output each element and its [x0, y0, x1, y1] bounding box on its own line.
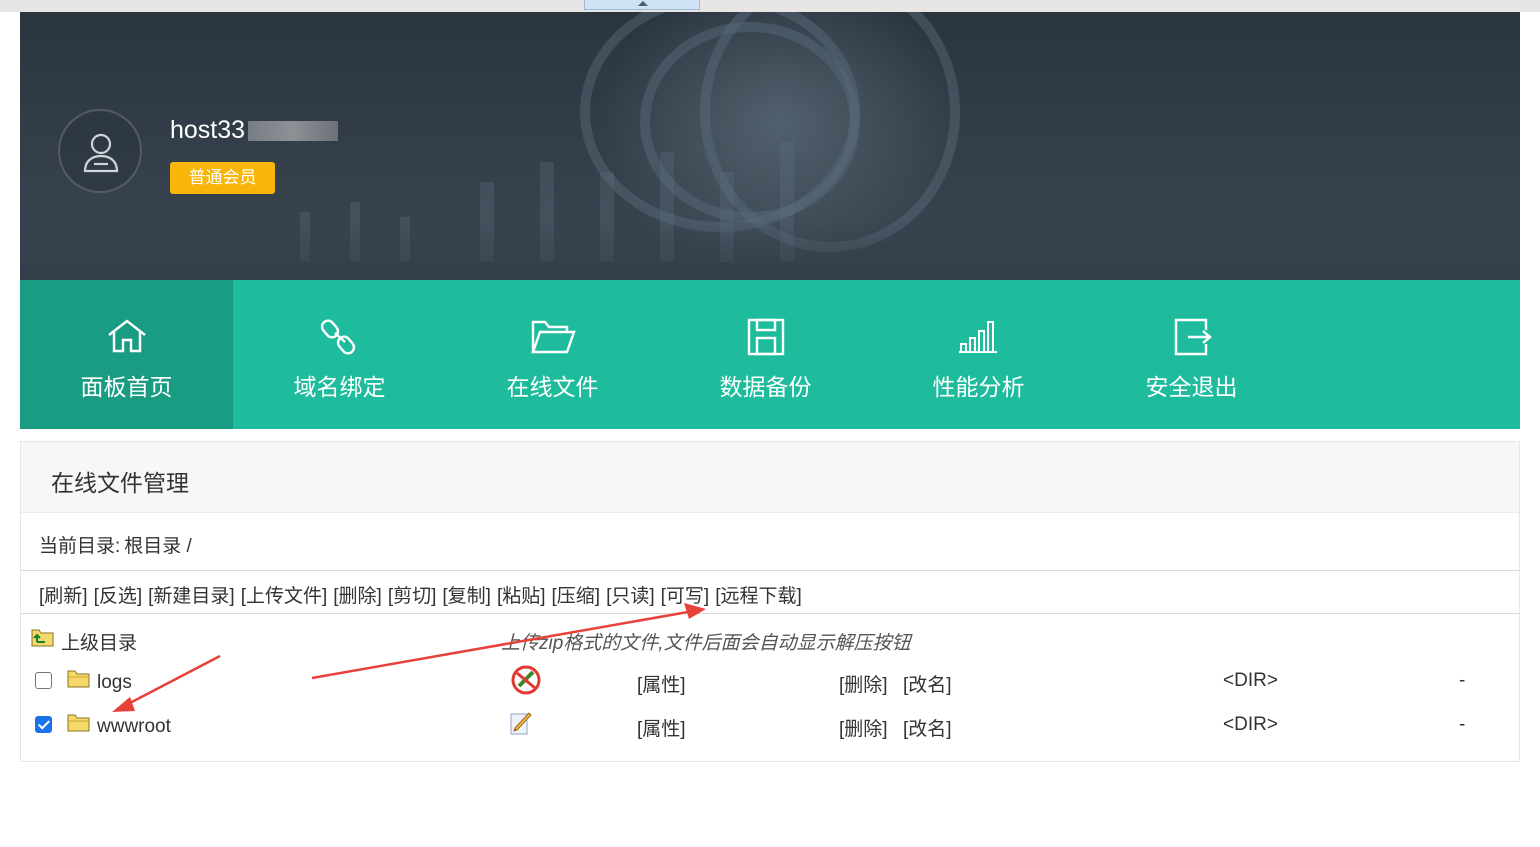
rename-link[interactable]: [改名]: [903, 670, 952, 697]
file-manager-panel: 在线文件管理 当前目录: 根目录 / [刷新] [反选] [新建目录] [上传文件] [删…: [20, 441, 1520, 762]
nav-item-logout[interactable]: 安全退出: [1085, 280, 1298, 429]
logout-icon: [1174, 318, 1212, 356]
user-icon: [83, 133, 119, 173]
current-dir-value: 根目录 /: [124, 536, 192, 557]
delete-link[interactable]: [删除]: [839, 714, 888, 741]
rename-link[interactable]: [改名]: [903, 714, 952, 741]
banner-shade: [20, 220, 1520, 280]
file-type: <DIR>: [1223, 714, 1278, 735]
file-name-link[interactable]: logs: [97, 672, 132, 694]
parent-dir-link[interactable]: 上级目录: [61, 628, 137, 655]
panel-title: 在线文件管理: [51, 470, 189, 496]
home-icon: [107, 319, 146, 353]
readonly-link[interactable]: [只读]: [606, 586, 655, 607]
attributes-link[interactable]: [属性]: [637, 670, 686, 697]
file-name-link[interactable]: wwwroot: [97, 716, 171, 738]
nav-item-backup[interactable]: 数据备份: [659, 280, 872, 429]
collapse-tab[interactable]: [584, 0, 700, 10]
window-top-strip: [0, 0, 1540, 12]
copy-link[interactable]: [复制]: [442, 586, 491, 607]
nav-item-domain[interactable]: 域名绑定: [233, 280, 446, 429]
redaction-mask: [248, 121, 338, 141]
file-size: -: [1459, 670, 1466, 691]
nav-label: 面板首页: [80, 374, 173, 400]
divider: [21, 570, 1519, 571]
cut-link[interactable]: [剪切]: [388, 586, 437, 607]
paste-link[interactable]: [粘贴]: [497, 586, 546, 607]
file-type: <DIR>: [1223, 670, 1278, 691]
link-icon: [320, 319, 355, 355]
row-checkbox[interactable]: [35, 672, 52, 689]
row-checkbox-checked[interactable]: [35, 716, 52, 733]
panel-header: 在线文件管理: [21, 442, 1519, 513]
attributes-link[interactable]: [属性]: [637, 714, 686, 741]
writable-link[interactable]: [可写]: [661, 586, 710, 607]
avatar[interactable]: [58, 109, 142, 193]
file-size: -: [1459, 714, 1466, 735]
save-icon: [747, 318, 784, 356]
writable-icon[interactable]: [509, 710, 533, 736]
zip-upload-hint: 上传zip格式的文件,文件后面会自动显示解压按钮: [501, 633, 911, 654]
nav-item-home[interactable]: 面板首页: [20, 280, 233, 429]
current-directory: 当前目录: 根目录 /: [39, 531, 192, 558]
remote-download-link[interactable]: [远程下载]: [715, 586, 802, 607]
delete-link[interactable]: [删除]: [333, 586, 382, 607]
compress-link[interactable]: [压缩]: [552, 586, 601, 607]
not-writable-icon[interactable]: [509, 664, 543, 696]
table-row: wwwroot [属性] [删除] [改名] <DIR> -: [21, 706, 1519, 746]
nav-label: 域名绑定: [293, 374, 386, 400]
nav-label: 安全退出: [1145, 374, 1238, 400]
file-toolbar: [刷新] [反选] [新建目录] [上传文件] [删除] [剪切] [复制] [粘贴] [压缩]…: [39, 581, 808, 608]
folder-open-icon: [530, 320, 576, 354]
refresh-link[interactable]: [刷新]: [39, 586, 88, 607]
nav-label: 性能分析: [932, 374, 1025, 400]
divider: [21, 613, 1519, 614]
nav-label: 在线文件: [506, 374, 599, 400]
caret-up-icon: [638, 1, 648, 6]
profile-banner: [20, 12, 1520, 280]
current-dir-label: 当前目录:: [39, 536, 121, 557]
table-row: logs [属性] [删除] [改名] <DIR> -: [21, 662, 1519, 702]
nav-item-performance[interactable]: 性能分析: [872, 280, 1085, 429]
username: host33: [170, 116, 246, 144]
main-nav: 面板首页 域名绑定 在线文件 数据备份 性能分析 安全退出: [20, 280, 1520, 429]
upload-file-link[interactable]: [上传文件]: [241, 586, 328, 607]
folder-up-icon: [31, 629, 54, 647]
delete-link[interactable]: [删除]: [839, 670, 888, 697]
folder-icon: [67, 670, 90, 688]
nav-label: 数据备份: [719, 374, 812, 400]
invert-select-link[interactable]: [反选]: [94, 586, 143, 607]
new-folder-link[interactable]: [新建目录]: [148, 586, 235, 607]
member-level-badge: 普通会员: [170, 162, 275, 194]
folder-icon: [67, 714, 90, 732]
bar-signal-icon: [958, 321, 997, 353]
nav-item-files[interactable]: 在线文件: [446, 280, 659, 429]
